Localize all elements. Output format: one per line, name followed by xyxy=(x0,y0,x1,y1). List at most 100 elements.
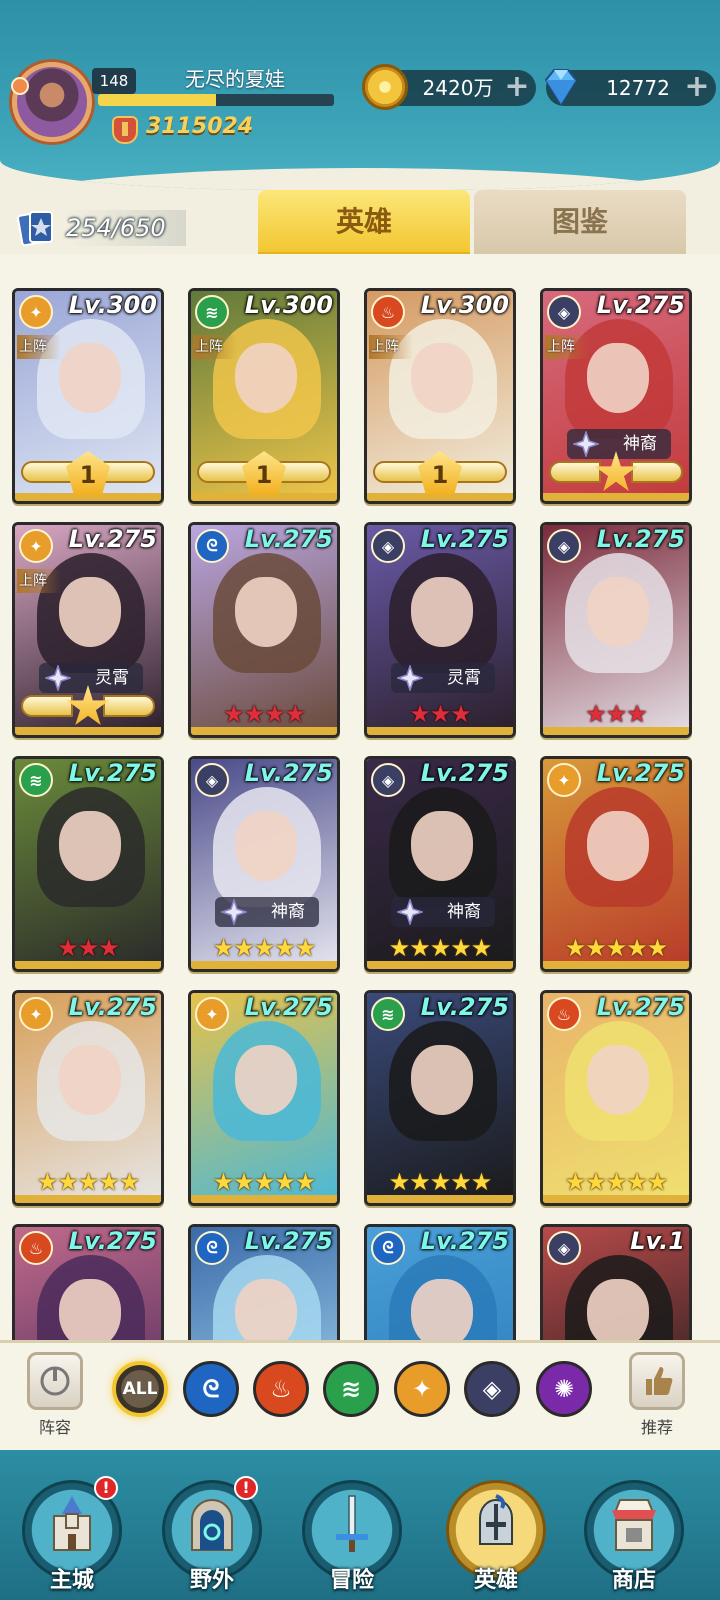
player-name: 无尽的夏娃 xyxy=(185,67,285,91)
hero-card[interactable]: ◈ Lv.1 xyxy=(540,1224,692,1340)
element-glyph: ✦ xyxy=(205,1004,219,1024)
filter-all[interactable]: ALL xyxy=(112,1361,168,1417)
hero-level: Lv.275 xyxy=(244,993,333,1021)
element-glyph: ≋ xyxy=(381,1004,395,1024)
hero-card[interactable]: ✦ Lv.300 上阵 1 xyxy=(12,288,164,504)
hero-face xyxy=(59,1279,121,1340)
lineup-button[interactable]: 阵容 xyxy=(20,1352,90,1442)
dark-element-icon: ◈ xyxy=(371,763,405,797)
add-gems-button[interactable]: + xyxy=(684,70,710,104)
hero-card[interactable]: ✦ Lv.275 上阵 灵霄 xyxy=(12,522,164,738)
light-element-icon: ✦ xyxy=(195,997,229,1031)
hero-level: Lv.275 xyxy=(244,525,333,553)
wing-left xyxy=(197,461,249,483)
hero-face xyxy=(411,1279,473,1340)
element-glyph: ᘓ xyxy=(206,1238,218,1257)
hero-card[interactable]: ᘓ Lv.275 xyxy=(364,1224,516,1340)
fire-element-icon: ♨ xyxy=(371,295,405,329)
player-avatar[interactable] xyxy=(11,62,92,142)
light-element-icon: ✦ xyxy=(19,529,53,563)
filter-water[interactable]: ᘓ xyxy=(183,1361,239,1417)
hero-card[interactable]: ◈ Lv.275 神裔 ★★★★★ xyxy=(188,756,340,972)
awakening-rank: 1 xyxy=(242,451,286,495)
fire-element-icon: ♨ xyxy=(270,1375,292,1403)
card-frame-bottom xyxy=(367,727,513,735)
hero-level: Lv.275 xyxy=(596,525,685,553)
combat-power-icon xyxy=(112,116,138,144)
hero-face xyxy=(59,577,121,647)
card-frame-bottom xyxy=(15,1195,161,1203)
hero-level: Lv.275 xyxy=(420,993,509,1021)
wing-left xyxy=(549,461,601,483)
filter-light[interactable]: ✦ xyxy=(394,1361,450,1417)
star-rating: ★★★ xyxy=(409,700,472,728)
hero-face xyxy=(235,1279,297,1340)
element-glyph: ♨ xyxy=(380,302,396,322)
element-glyph: ✦ xyxy=(29,1004,43,1024)
hero-card[interactable]: ✦ Lv.275 ★★★★★ xyxy=(12,990,164,1206)
dark-element-icon: ◈ xyxy=(482,1375,502,1403)
element-glyph: ◈ xyxy=(557,1238,571,1258)
exp-bar xyxy=(98,94,334,106)
nav-main-city[interactable]: 主城 ! xyxy=(22,1476,122,1593)
nav-label-heroes: 英雄 xyxy=(473,1568,518,1593)
sword-icon xyxy=(336,1495,368,1552)
deployed-tag: 上阵 xyxy=(17,335,61,359)
hero-card[interactable]: ♨ Lv.300 上阵 1 xyxy=(364,288,516,504)
hero-face xyxy=(235,577,297,647)
hero-card[interactable]: ◈ Lv.275 神裔 ★★★★★ xyxy=(364,756,516,972)
hero-level: Lv.300 xyxy=(244,291,333,319)
awakening-wings: 1 xyxy=(21,451,155,495)
card-frame-bottom xyxy=(191,1195,337,1203)
hero-card[interactable]: ᘓ Lv.275 ★★★★ xyxy=(188,522,340,738)
hero-card[interactable]: ᘓ Lv.275 xyxy=(188,1224,340,1340)
element-glyph: ≋ xyxy=(29,770,43,790)
element-glyph: ✦ xyxy=(29,302,43,322)
nav-wild[interactable]: 野外 ! xyxy=(162,1476,262,1593)
tab-heroes[interactable]: 英雄 xyxy=(258,190,470,262)
add-gold-button[interactable]: + xyxy=(504,70,530,104)
hero-face xyxy=(587,343,649,413)
element-glyph: ≋ xyxy=(205,302,219,322)
hero-card[interactable]: ◈ Lv.275 灵霄 ★★★ xyxy=(364,522,516,738)
recommend-button[interactable]: 推荐 xyxy=(622,1352,692,1442)
element-glyph: ✦ xyxy=(557,770,571,790)
hero-card[interactable]: ◈ Lv.275 ★★★ xyxy=(540,522,692,738)
nav-adventure[interactable]: 冒险 xyxy=(302,1480,402,1593)
hero-card[interactable]: ≋ Lv.275 ★★★★★ xyxy=(364,990,516,1206)
hero-level: Lv.275 xyxy=(244,759,333,787)
awakening-wings: 1 xyxy=(197,451,331,495)
filter-dark[interactable]: ◈ xyxy=(464,1361,520,1417)
filter-arcane[interactable]: ✺ xyxy=(536,1361,592,1417)
wing-right xyxy=(279,461,331,483)
hero-level: Lv.275 xyxy=(68,1227,157,1255)
hero-card[interactable]: ≋ Lv.300 上阵 1 xyxy=(188,288,340,504)
wild-alert-badge: ! xyxy=(234,1476,258,1500)
player-level: 148 xyxy=(92,68,136,94)
nav-label-main-city: 主城 xyxy=(49,1568,94,1593)
hero-card[interactable]: ✦ Lv.275 ★★★★★ xyxy=(188,990,340,1206)
combat-power-value: 3115024 xyxy=(146,114,254,139)
hero-level: Lv.275 xyxy=(596,993,685,1021)
wing-left xyxy=(21,695,73,717)
hero-card[interactable]: ♨ Lv.275 ★★★★★ xyxy=(540,990,692,1206)
hero-card[interactable]: ♨ Lv.275 xyxy=(12,1224,164,1340)
hero-face xyxy=(411,1045,473,1115)
tab-codex[interactable]: 图鉴 xyxy=(474,190,686,254)
hero-card[interactable]: ✦ Lv.275 ★★★★★ xyxy=(540,756,692,972)
hero-card[interactable]: ◈ Lv.275 上阵 神裔 xyxy=(540,288,692,504)
nature-element-icon: ≋ xyxy=(371,997,405,1031)
hero-card[interactable]: ≋ Lv.275 ★★★ xyxy=(12,756,164,972)
nav-heroes[interactable]: 英雄 xyxy=(446,1480,546,1593)
filter-nature[interactable]: ≋ xyxy=(323,1361,379,1417)
element-glyph: ◈ xyxy=(381,770,395,790)
filter-fire[interactable]: ♨ xyxy=(253,1361,309,1417)
hero-grid[interactable]: ✦ Lv.300 上阵 1 ≋ Lv.300 上阵 1 ♨ Lv.300 上阵 1 ◈ Lv.275 上阵神… xyxy=(0,254,720,1340)
hero-face xyxy=(235,1045,297,1115)
dark-element-icon: ◈ xyxy=(547,529,581,563)
card-frame-bottom xyxy=(543,727,689,735)
shop-stall-icon xyxy=(612,1499,656,1551)
water-element-icon: ᘓ xyxy=(202,1375,220,1403)
nav-shop[interactable]: 商店 xyxy=(584,1480,684,1593)
title-emblem-icon xyxy=(221,899,247,925)
